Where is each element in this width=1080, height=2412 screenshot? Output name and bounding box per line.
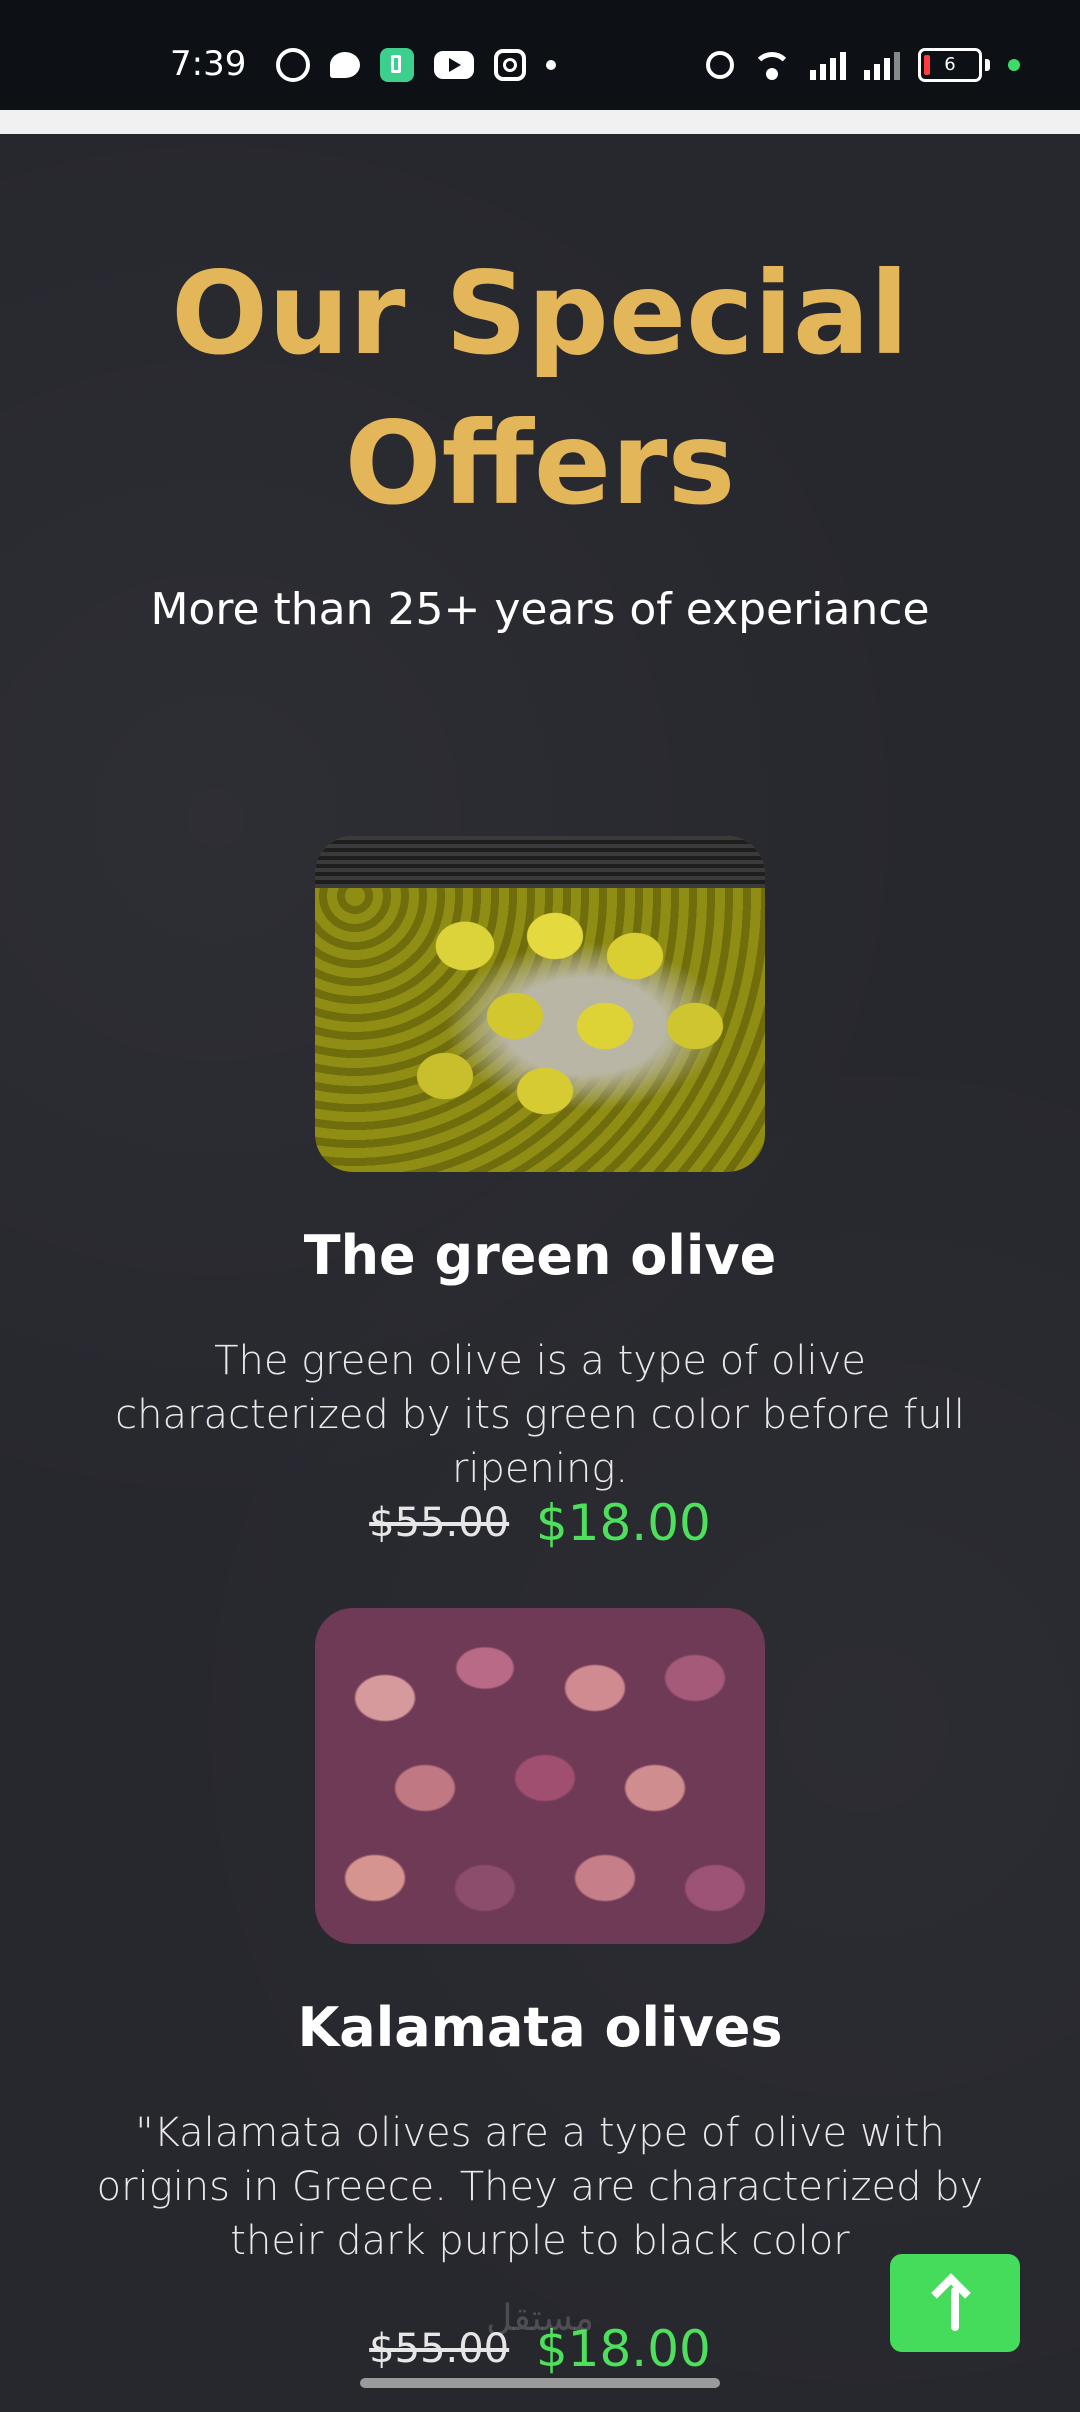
arrow-up-icon [925,2273,985,2333]
old-price: $55.00 [369,1500,510,1546]
battery-cap [985,59,990,71]
scroll-to-top-button[interactable] [890,2254,1020,2352]
price-row: $55.00 $18.00 [0,1494,1080,1552]
status-time: 7:39 [170,44,247,84]
product-description: "Kalamata olives are a type of olive wit… [96,2110,984,2264]
whatsapp-icon [276,48,310,82]
privacy-indicator-dot [1008,59,1020,71]
signal-icon [864,50,900,80]
home-indicator[interactable] [360,2378,720,2388]
header-strip [0,110,1080,134]
product-description: The green olive is a type of olive chara… [115,1338,965,1492]
status-app-icons [276,48,556,82]
status-bar: 7:39 6 [0,0,1080,110]
product-image-kalamata-olives[interactable] [315,1608,765,1944]
chat-icon [330,52,360,78]
new-price: $18.00 [535,1494,711,1552]
battery-app-icon [380,48,414,82]
dot-icon [546,60,556,70]
battery-icon: 6 [918,48,982,82]
signal-icon [810,50,846,80]
status-system-icons: 6 [706,48,1020,82]
alarm-icon [706,51,734,79]
watermark-logo: مستقل [486,2298,594,2339]
instagram-icon [494,49,526,81]
section-subtitle: More than 25+ years of experiance [150,584,930,635]
wifi-icon [752,50,792,80]
youtube-icon [434,51,474,79]
product-name: Kalamata olives [297,1996,783,2059]
section-title-line2: Offers [344,397,736,530]
section-title-line1: Our Special [171,247,909,380]
special-offers-section: Our Special Offers More than 25+ years o… [0,134,1080,2412]
section-title: Our Special Offers [0,239,1080,539]
product-image-green-olive[interactable] [315,836,765,1172]
product-name: The green olive [303,1224,777,1287]
